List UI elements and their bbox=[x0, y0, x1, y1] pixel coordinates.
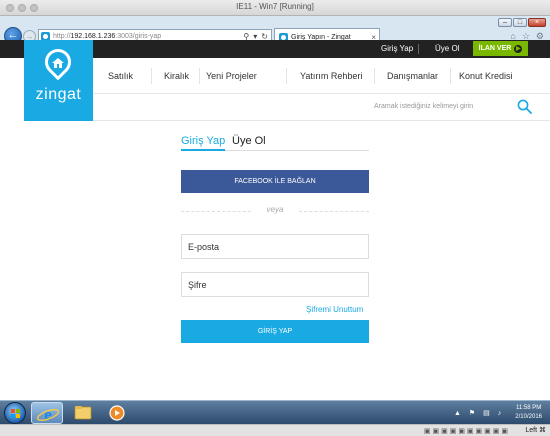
house-icon bbox=[52, 58, 64, 68]
search-input[interactable]: Aramak istediğiniz kelimeyi girin bbox=[374, 94, 532, 120]
host-key-label: Left ⌘ bbox=[525, 427, 546, 434]
or-divider: veya bbox=[181, 205, 369, 217]
arrow-right-icon: ▶ bbox=[514, 44, 523, 53]
topbar-login-link[interactable]: Giriş Yap bbox=[381, 44, 413, 53]
taskbar-explorer[interactable] bbox=[67, 402, 99, 424]
folder-icon bbox=[74, 406, 92, 420]
url-text[interactable]: http://192.168.1.236:3003/giris-yap bbox=[53, 33, 161, 40]
nav-item-satilik[interactable]: Satılık bbox=[108, 71, 133, 81]
vm-titlebar: IE11 - Win7 [Running] bbox=[0, 0, 550, 16]
password-field[interactable]: Şifre bbox=[181, 272, 369, 297]
topbar-register-link[interactable]: Üye Ol bbox=[435, 44, 459, 53]
nav-item-kiralik[interactable]: Kiralık bbox=[164, 71, 189, 81]
search-placeholder: Aramak istediğiniz kelimeyi girin bbox=[374, 103, 474, 110]
clock[interactable]: 11:58 PM 2/10/2016 bbox=[515, 404, 542, 422]
start-button[interactable] bbox=[4, 402, 26, 424]
post-ad-button[interactable]: İLAN VER ▶ bbox=[473, 41, 528, 56]
internet-explorer-icon: e bbox=[36, 405, 60, 424]
auth-tabs: Giriş Yap Üye Ol bbox=[181, 135, 369, 151]
nav-divider bbox=[286, 68, 287, 84]
system-tray: ▲ ⚑ ▤ ♪ 11:58 PM 2/10/2016 bbox=[450, 401, 550, 425]
site-logo[interactable]: zingat bbox=[24, 40, 93, 121]
page-viewport: Giriş Yap Üye Ol İLAN VER ▶ zingat Satıl… bbox=[0, 40, 550, 400]
nav-item-yatirim-rehberi[interactable]: Yatırım Rehberi bbox=[300, 71, 362, 81]
windows-logo-icon bbox=[11, 409, 20, 418]
search-icon[interactable] bbox=[517, 99, 532, 114]
topbar-divider bbox=[418, 44, 419, 54]
taskbar: e ▲ ⚑ ▤ ♪ 11:58 PM 2/10/2016 bbox=[0, 400, 550, 424]
nav-divider bbox=[374, 68, 375, 84]
post-ad-label: İLAN VER bbox=[478, 45, 512, 52]
nav-item-yeni-projeler[interactable]: Yeni Projeler bbox=[206, 71, 257, 81]
browser-window: – □ × ← → http://192.168.1.236:3003/giri… bbox=[0, 16, 550, 400]
tab-login[interactable]: Giriş Yap bbox=[181, 135, 226, 151]
svg-text:e: e bbox=[44, 405, 52, 424]
main-navigation: Satılık Kiralık Yeni Projeler Yatırım Re… bbox=[93, 58, 550, 94]
login-submit-button[interactable]: GİRİŞ YAP bbox=[181, 320, 369, 343]
logo-text: zingat bbox=[35, 86, 82, 103]
media-player-icon bbox=[109, 405, 125, 421]
clock-date: 2/10/2016 bbox=[515, 414, 542, 420]
nav-item-danismanlar[interactable]: Danışmanlar bbox=[387, 71, 438, 81]
nav-divider bbox=[450, 68, 451, 84]
tab-register[interactable]: Üye Ol bbox=[232, 135, 266, 147]
vm-device-icons[interactable]: ▣▣▣▣▣▣▣▣▣▣ bbox=[424, 427, 510, 435]
nav-divider bbox=[151, 68, 152, 84]
search-bar: Aramak istediğiniz kelimeyi girin bbox=[93, 94, 550, 121]
clock-time: 11:58 PM bbox=[516, 405, 542, 411]
facebook-login-button[interactable]: FACEBOOK İLE BAĞLAN bbox=[181, 170, 369, 193]
vm-status-bar: ▣▣▣▣▣▣▣▣▣▣ Left ⌘ bbox=[0, 424, 550, 436]
email-field[interactable]: E-posta bbox=[181, 234, 369, 259]
nav-item-konut-kredisi[interactable]: Konut Kredisi bbox=[459, 71, 513, 81]
taskbar-media-player[interactable] bbox=[101, 402, 133, 424]
nav-divider bbox=[199, 68, 200, 84]
vm-window-title: IE11 - Win7 [Running] bbox=[236, 2, 314, 11]
taskbar-internet-explorer[interactable]: e bbox=[31, 402, 63, 424]
forgot-password-link[interactable]: Şifremi Unuttum bbox=[306, 305, 363, 314]
tray-icons[interactable]: ▲ ⚑ ▤ ♪ bbox=[454, 409, 504, 417]
divider-text: veya bbox=[266, 205, 284, 214]
